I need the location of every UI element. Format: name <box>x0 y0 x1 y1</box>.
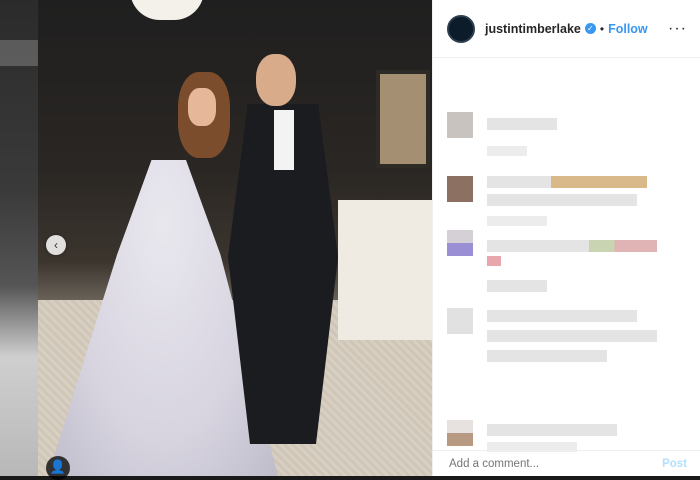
follow-button[interactable]: Follow <box>608 22 648 36</box>
more-options-icon[interactable]: ··· <box>668 20 687 38</box>
comment-text <box>487 350 607 362</box>
comment-text <box>487 240 657 252</box>
counter <box>338 200 432 340</box>
comments-list <box>433 58 700 452</box>
backdrop-shape <box>0 40 38 66</box>
comment-text <box>487 194 637 206</box>
separator-dot: • <box>599 21 605 36</box>
previous-post-backdrop <box>0 0 38 476</box>
avatar <box>447 308 473 334</box>
previous-photo-button[interactable]: ‹ <box>46 235 66 255</box>
comment-text <box>487 330 657 342</box>
avatar <box>447 176 473 202</box>
avatar <box>447 230 473 256</box>
username[interactable]: justintimberlake <box>485 22 581 36</box>
woman-face <box>188 88 216 126</box>
comment-text <box>487 280 547 292</box>
comment-input[interactable] <box>447 456 663 471</box>
comment-text <box>487 424 617 436</box>
comment-meta <box>487 216 547 226</box>
verified-icon: ✓ <box>584 23 596 34</box>
man-shirt <box>274 110 294 170</box>
window <box>376 70 430 168</box>
tagged-users-icon[interactable]: 👤 <box>46 456 70 480</box>
avatar <box>447 420 473 446</box>
avatar <box>447 112 473 138</box>
post-photo[interactable] <box>38 0 432 476</box>
comment-meta <box>487 256 501 266</box>
comment-text <box>487 176 647 188</box>
comment-text <box>487 310 637 322</box>
post-header: justintimberlake ✓ • Follow ··· <box>433 0 700 58</box>
comment-meta <box>487 146 527 156</box>
comment-bar: Post <box>433 450 700 476</box>
comment-text <box>487 118 557 130</box>
man-head <box>256 54 296 106</box>
avatar[interactable] <box>447 14 475 43</box>
post-button[interactable]: Post <box>662 458 687 470</box>
ceiling-lamp <box>130 0 204 20</box>
post-side-panel: justintimberlake ✓ • Follow ··· Add a co… <box>432 0 700 476</box>
